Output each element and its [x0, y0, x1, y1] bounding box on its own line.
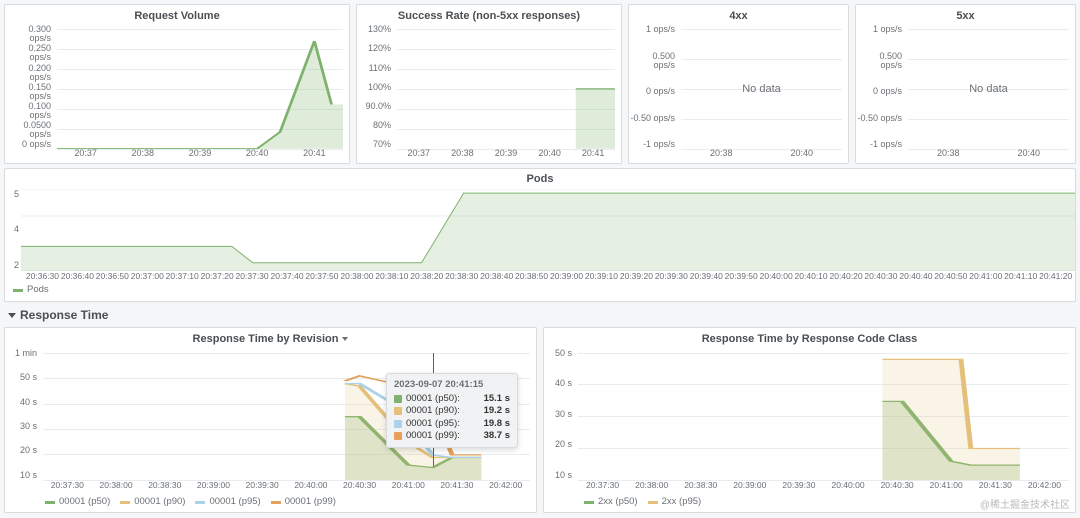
legend-swatch-icon: [271, 501, 281, 504]
tooltip-row: 00001 (p90):19.2 s: [394, 405, 510, 417]
panel-title: Success Rate (non-5xx responses): [357, 5, 621, 25]
plot-area[interactable]: 50 s 40 s 30 s 20 s 10 s 20:37:3020:38:0: [544, 349, 1075, 494]
pods-line: [21, 189, 1075, 271]
x-axis: 20:38 20:40: [681, 148, 842, 163]
legend-label: 00001 (p99): [285, 496, 336, 508]
legend-label: 00001 (p95): [209, 496, 260, 508]
lines: [578, 353, 1069, 480]
panel-4xx[interactable]: 4xx 1 ops/s 0.500 ops/s 0 ops/s -0.50 op…: [628, 4, 849, 164]
legend-swatch-icon: [120, 501, 130, 504]
panel-title: Pods: [5, 169, 1075, 189]
request-volume-line: [57, 29, 343, 149]
panel-5xx[interactable]: 5xx 1 ops/s 0.500 ops/s 0 ops/s -0.50 op…: [855, 4, 1076, 164]
chevron-down-icon[interactable]: [342, 337, 348, 341]
legend-label: 00001 (p50): [59, 496, 110, 508]
panel-title: Response Time by Response Code Class: [544, 328, 1075, 348]
legend-label: 2xx (p95): [662, 496, 702, 508]
legend: 00001 (p50) 00001 (p90) 00001 (p95) 00001 (…: [5, 494, 536, 512]
legend-swatch-icon: [13, 289, 23, 292]
y-axis: 130% 120% 110% 100% 90.0% 80% 70%: [357, 25, 395, 149]
tooltip-timestamp: 2023-09-07 20:41:15: [394, 379, 510, 391]
x-axis: 20:37 20:38 20:39 20:40 20:41: [397, 148, 615, 163]
tooltip-row: 00001 (p50):15.1 s: [394, 393, 510, 405]
tooltip-row: 00001 (p99):38.7 s: [394, 430, 510, 442]
section-title: Response Time: [20, 308, 108, 324]
x-axis: 20:37:3020:38:0020:38:3020:39:0020:39:30…: [578, 480, 1069, 494]
panel-title: Response Time by Revision: [5, 328, 536, 348]
legend-item[interactable]: 00001 (p95): [195, 496, 260, 508]
pods-row: Pods 5 4 2 20:36:3020:36:4020:36:5020:37…: [0, 168, 1080, 302]
dashboard: Request Volume 0.300 ops/s 0.250 ops/s 0…: [0, 0, 1080, 518]
panel-pods[interactable]: Pods 5 4 2 20:36:3020:36:4020:36:5020:37…: [4, 168, 1076, 302]
legend-swatch-icon: [45, 501, 55, 504]
legend-item[interactable]: 00001 (p90): [120, 496, 185, 508]
panel-response-time-by-revision[interactable]: Response Time by Revision 1 min 50 s 40 …: [4, 327, 537, 513]
plot-area[interactable]: 1 ops/s 0.500 ops/s 0 ops/s -0.50 ops/s …: [856, 25, 1075, 163]
legend-swatch-icon: [648, 501, 658, 504]
y-axis: 0.300 ops/s 0.250 ops/s 0.200 ops/s 0.15…: [5, 25, 55, 149]
tooltip-row: 00001 (p95):19.8 s: [394, 418, 510, 430]
x-axis: 20:36:3020:36:4020:36:5020:37:0020:37:10…: [5, 271, 1075, 284]
no-data-label: No data: [969, 82, 1008, 96]
panel-title: Request Volume: [5, 5, 349, 25]
plot-area[interactable]: 130% 120% 110% 100% 90.0% 80% 70% 2: [357, 25, 621, 163]
panel-response-time-by-code[interactable]: Response Time by Response Code Class 50 …: [543, 327, 1076, 513]
legend-item[interactable]: 00001 (p99): [271, 496, 336, 508]
x-axis: 20:38 20:40: [908, 148, 1069, 163]
legend: Pods: [5, 284, 1075, 300]
y-axis: 1 min 50 s 40 s 30 s 20 s 10 s: [5, 349, 41, 480]
plot-area[interactable]: 1 min 50 s 40 s 30 s 20 s 10 s: [5, 349, 536, 494]
legend-label: 00001 (p90): [134, 496, 185, 508]
legend-swatch-icon: [584, 501, 594, 504]
y-axis: 50 s 40 s 30 s 20 s 10 s: [544, 349, 576, 480]
legend-item[interactable]: 2xx (p50): [584, 496, 638, 508]
plot-area[interactable]: 1 ops/s 0.500 ops/s 0 ops/s -0.50 ops/s …: [629, 25, 848, 163]
top-row: Request Volume 0.300 ops/s 0.250 ops/s 0…: [0, 0, 1080, 164]
hover-tooltip: 2023-09-07 20:41:15 00001 (p50):15.1 s00…: [386, 373, 518, 449]
legend-label: 2xx (p50): [598, 496, 638, 508]
section-header-response-time[interactable]: Response Time: [0, 302, 1080, 328]
chevron-down-icon: [8, 313, 16, 318]
plot-area[interactable]: 0.300 ops/s 0.250 ops/s 0.200 ops/s 0.15…: [5, 25, 349, 163]
legend-item[interactable]: 00001 (p50): [45, 496, 110, 508]
legend-item[interactable]: 2xx (p95): [648, 496, 702, 508]
plot-area[interactable]: 5 4 2: [5, 189, 1075, 271]
y-axis: 1 ops/s 0.500 ops/s 0 ops/s -0.50 ops/s …: [629, 25, 679, 149]
panel-title: 5xx: [856, 5, 1075, 25]
legend-label: Pods: [27, 284, 49, 296]
y-axis: 5 4 2: [5, 189, 19, 271]
x-axis: 20:37 20:38 20:39 20:40 20:41: [57, 148, 343, 163]
no-data-label: No data: [742, 82, 781, 96]
panel-success-rate[interactable]: Success Rate (non-5xx responses) 130% 12…: [356, 4, 622, 164]
watermark: @稀土掘金技术社区: [980, 499, 1070, 512]
legend-swatch-icon: [195, 501, 205, 504]
panel-title: 4xx: [629, 5, 848, 25]
panel-request-volume[interactable]: Request Volume 0.300 ops/s 0.250 ops/s 0…: [4, 4, 350, 164]
response-time-row: Response Time by Revision 1 min 50 s 40 …: [0, 327, 1080, 517]
x-axis: 20:37:3020:38:0020:38:3020:39:0020:39:30…: [43, 480, 530, 494]
y-axis: 1 ops/s 0.500 ops/s 0 ops/s -0.50 ops/s …: [856, 25, 906, 149]
success-rate-line: [397, 29, 615, 149]
